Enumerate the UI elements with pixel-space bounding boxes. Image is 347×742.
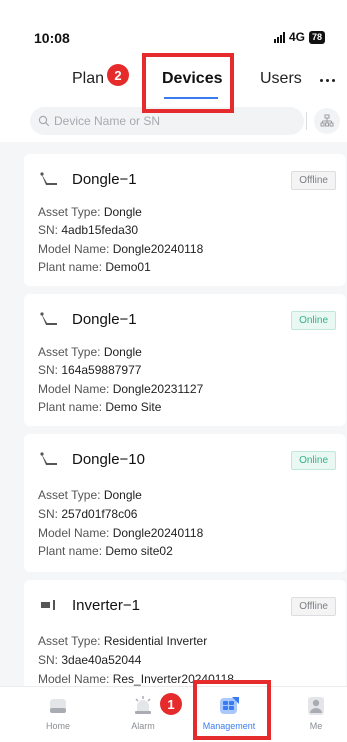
device-name: Inverter−1 bbox=[72, 596, 140, 614]
asset-type-value: Residential Inverter bbox=[103, 634, 208, 648]
device-card[interactable]: Dongle−10 Online Asset Type: Dongle SN: … bbox=[24, 434, 346, 572]
nav-alarm-label: Alarm bbox=[131, 721, 155, 731]
status-badge: Online bbox=[291, 311, 336, 330]
search-divider bbox=[306, 112, 307, 130]
sn-value: 164a59887977 bbox=[61, 363, 142, 377]
model-name-label: Model Name: bbox=[38, 526, 110, 540]
battery-icon: 78 bbox=[308, 30, 325, 44]
device-card[interactable]: Dongle−1 Online Asset Type: Dongle SN: 1… bbox=[24, 294, 346, 426]
asset-type-value: Dongle bbox=[103, 488, 142, 502]
asset-type-row: Asset Type: Residential Inverter bbox=[38, 634, 207, 648]
plant-name-row: Plant name: Demo site02 bbox=[38, 544, 173, 558]
tab-plan[interactable]: Plan bbox=[72, 70, 104, 88]
device-title-row: Dongle−10 bbox=[38, 448, 145, 470]
sn-label: SN: bbox=[38, 653, 59, 667]
device-name: Dongle−1 bbox=[72, 170, 137, 188]
nav-home-label: Home bbox=[45, 721, 70, 731]
device-title-row: Dongle−1 bbox=[38, 308, 137, 330]
model-name-label: Model Name: bbox=[38, 672, 110, 686]
step-marker-1: 1 bbox=[160, 693, 182, 715]
user-icon bbox=[308, 697, 324, 715]
device-name: Dongle−10 bbox=[72, 450, 145, 468]
home-icon bbox=[50, 699, 66, 713]
dongle-icon bbox=[38, 308, 60, 330]
dongle-icon bbox=[38, 168, 60, 190]
asset-type-row: Asset Type: Dongle bbox=[38, 345, 142, 359]
alarm-icon bbox=[135, 696, 151, 714]
asset-type-label: Asset Type: bbox=[38, 345, 101, 359]
sn-row: SN: 3dae40a52044 bbox=[38, 653, 141, 667]
more-icon[interactable] bbox=[320, 79, 335, 82]
tab-users[interactable]: Users bbox=[260, 70, 302, 88]
plant-name-label: Plant name: bbox=[38, 260, 103, 274]
dongle-icon bbox=[38, 448, 60, 470]
device-card[interactable]: Inverter−1 Offline Asset Type: Residenti… bbox=[24, 580, 346, 700]
device-title-row: Inverter−1 bbox=[38, 594, 140, 616]
sn-row: SN: 164a59887977 bbox=[38, 363, 141, 377]
network-type: 4G bbox=[288, 30, 305, 44]
device-name: Dongle−1 bbox=[72, 310, 137, 328]
plant-name-row: Plant name: Demo Site bbox=[38, 400, 161, 414]
status-badge: Offline bbox=[291, 171, 336, 190]
hierarchy-filter-button[interactable] bbox=[314, 108, 340, 134]
model-name-row: Model Name: Dongle20240118 bbox=[38, 242, 203, 256]
model-name-value: Dongle20240118 bbox=[112, 242, 204, 256]
highlight-devices-tab bbox=[142, 53, 234, 113]
model-name-value: Dongle20240118 bbox=[112, 526, 204, 540]
plant-name-value: Demo site02 bbox=[105, 544, 173, 558]
asset-type-row: Asset Type: Dongle bbox=[38, 205, 142, 219]
highlight-management-nav bbox=[193, 680, 271, 740]
nav-me-label: Me bbox=[309, 721, 323, 731]
hierarchy-icon bbox=[320, 114, 334, 127]
sn-value: 257d01f78c06 bbox=[61, 507, 138, 521]
asset-type-value: Dongle bbox=[103, 345, 142, 359]
status-badge: Online bbox=[291, 451, 336, 470]
asset-type-label: Asset Type: bbox=[38, 205, 101, 219]
asset-type-label: Asset Type: bbox=[38, 634, 101, 648]
sn-label: SN: bbox=[38, 363, 59, 377]
model-name-row: Model Name: Dongle20240118 bbox=[38, 526, 203, 540]
status-badge: Offline bbox=[291, 597, 336, 616]
asset-type-value: Dongle bbox=[103, 205, 142, 219]
plant-name-row: Plant name: Demo01 bbox=[38, 260, 151, 274]
search-input[interactable] bbox=[54, 114, 274, 128]
sn-value: 4adb15feda30 bbox=[61, 223, 139, 237]
search-icon bbox=[38, 115, 50, 127]
model-name-label: Model Name: bbox=[38, 242, 110, 256]
model-name-row: Model Name: Dongle20231127 bbox=[38, 382, 203, 396]
sn-row: SN: 257d01f78c06 bbox=[38, 507, 137, 521]
status-time: 10:08 bbox=[34, 30, 70, 46]
device-title-row: Dongle−1 bbox=[38, 168, 137, 190]
plant-name-label: Plant name: bbox=[38, 400, 103, 414]
sn-label: SN: bbox=[38, 223, 59, 237]
status-indicators: 4G 78 bbox=[273, 30, 325, 44]
plant-name-value: Demo Site bbox=[105, 400, 162, 414]
sn-row: SN: 4adb15feda30 bbox=[38, 223, 138, 237]
nav-home[interactable]: Home bbox=[28, 695, 88, 731]
model-name-value: Dongle20231127 bbox=[112, 382, 204, 396]
plant-name-value: Demo01 bbox=[105, 260, 151, 274]
step-marker-2: 2 bbox=[107, 64, 129, 86]
device-card[interactable]: Dongle−1 Offline Asset Type: Dongle SN: … bbox=[24, 154, 346, 286]
sn-label: SN: bbox=[38, 507, 59, 521]
nav-me[interactable]: Me bbox=[286, 695, 346, 731]
model-name-label: Model Name: bbox=[38, 382, 110, 396]
asset-type-label: Asset Type: bbox=[38, 488, 101, 502]
plant-name-label: Plant name: bbox=[38, 544, 103, 558]
signal-icon bbox=[273, 31, 285, 43]
inverter-icon bbox=[38, 594, 60, 616]
app-screen: 10:08 4G 78 Plan Devices Users Device Na… bbox=[0, 0, 347, 742]
asset-type-row: Asset Type: Dongle bbox=[38, 488, 142, 502]
sn-value: 3dae40a52044 bbox=[61, 653, 142, 667]
